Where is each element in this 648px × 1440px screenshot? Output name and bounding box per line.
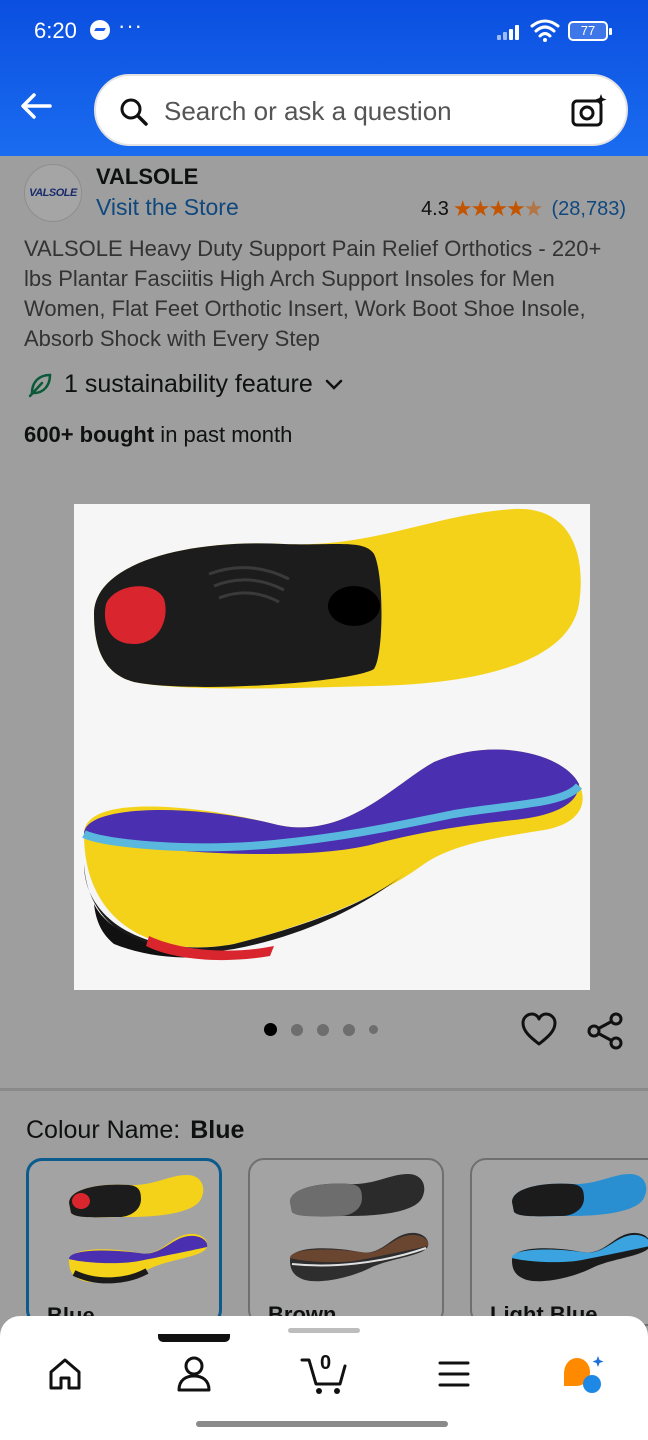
messenger-icon	[90, 20, 110, 40]
heart-icon[interactable]	[520, 1012, 558, 1048]
status-bar: 6:20 ··· 77	[0, 0, 648, 62]
swatch-light-blue[interactable]: Light Blue	[470, 1158, 648, 1326]
colour-selected: Blue	[190, 1116, 245, 1144]
purchase-count: 600+ bought in past month	[24, 422, 292, 448]
swatch-image	[69, 1175, 208, 1284]
account-icon[interactable]	[174, 1354, 214, 1394]
star-rating-icon: ★★★★★	[452, 196, 544, 221]
bought-count: 600+ bought	[24, 422, 155, 447]
sustainability-label: 1 sustainability feature	[64, 370, 313, 398]
signal-icon	[497, 22, 523, 40]
status-time: 6:20	[34, 18, 77, 43]
swatch-image	[290, 1174, 429, 1282]
chevron-down-icon	[325, 379, 343, 390]
carousel-dot[interactable]	[369, 1025, 378, 1034]
more-notifications-icon: ···	[118, 13, 143, 38]
carousel-dot[interactable]	[343, 1023, 355, 1036]
image-carousel-dots[interactable]	[264, 1023, 378, 1036]
rating-value: 4.3	[421, 197, 449, 220]
leaf-icon	[28, 373, 52, 397]
search-icon	[120, 98, 148, 126]
swatch-image	[512, 1174, 648, 1282]
menu-icon[interactable]	[434, 1354, 474, 1394]
gesture-bar	[196, 1421, 448, 1427]
section-divider	[0, 1088, 648, 1091]
product-title: VALSOLE Heavy Duty Support Pain Relief O…	[24, 236, 602, 351]
wifi-icon	[530, 19, 560, 42]
share-icon[interactable]	[586, 1012, 624, 1050]
product-detail: VALSOLE VALSOLE Visit the Store 4.3 ★★★★…	[0, 156, 648, 1086]
rating[interactable]: 4.3 ★★★★★ (28,783)	[421, 196, 626, 222]
home-icon[interactable]	[45, 1354, 85, 1394]
sheet-handle[interactable]	[288, 1328, 360, 1333]
search-bar[interactable]: Search or ask a question	[94, 74, 628, 146]
colour-label: Colour Name:	[26, 1116, 181, 1144]
colour-name: Colour Name: Blue	[26, 1116, 244, 1145]
visit-store-link[interactable]: Visit the Store	[96, 194, 239, 221]
swatch-blue[interactable]: Blue	[26, 1158, 222, 1326]
carousel-dot[interactable]	[264, 1023, 277, 1036]
battery-icon: 77	[568, 21, 612, 41]
product-image[interactable]	[74, 504, 590, 990]
rufus-icon[interactable]	[560, 1354, 606, 1396]
rating-count[interactable]: (28,783)	[552, 198, 627, 221]
sustainability-toggle[interactable]: 1 sustainability feature	[26, 370, 345, 399]
search-input[interactable]: Search or ask a question	[164, 96, 452, 127]
brand-logo[interactable]: VALSOLE	[24, 164, 82, 222]
back-button[interactable]	[16, 86, 56, 126]
bought-period: in past month	[154, 422, 293, 447]
swatch-brown[interactable]: Brown	[248, 1158, 444, 1326]
carousel-dot[interactable]	[317, 1023, 329, 1036]
cart-button[interactable]: 0	[300, 1352, 348, 1396]
camera-search-icon[interactable]	[570, 92, 608, 130]
brand-name: VALSOLE	[96, 164, 199, 189]
header: 6:20 ··· 77 Search or ask a question	[0, 0, 648, 156]
cart-count: 0	[320, 1352, 332, 1374]
carousel-dot[interactable]	[291, 1023, 303, 1036]
active-tab-indicator	[158, 1334, 230, 1342]
